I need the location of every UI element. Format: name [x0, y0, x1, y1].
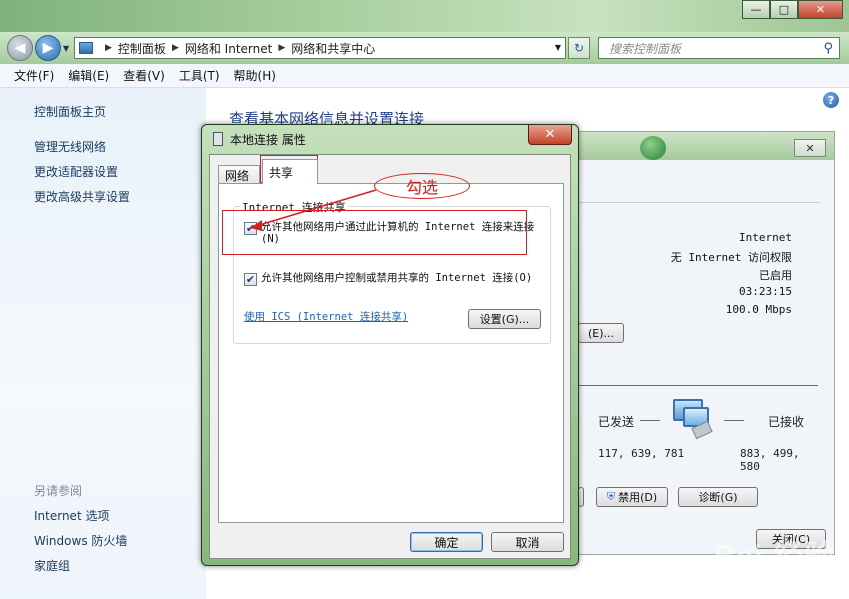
sidebar-item-adapter-settings[interactable]: 更改适配器设置	[34, 163, 118, 180]
status-connectivity: Internet	[739, 231, 792, 244]
status-media-state: 已启用	[759, 269, 792, 282]
menu-tools[interactable]: 工具(T)	[172, 67, 227, 84]
network-computers-icon	[673, 399, 713, 440]
see-also-title: 另请参阅	[34, 484, 83, 498]
close-button[interactable]: ✕	[798, 0, 843, 19]
forward-arrow-icon[interactable]: ▶	[35, 35, 61, 61]
allow-control-option[interactable]: ✔ 允许其他网络用户控制或禁用共享的 Internet 连接(O)	[244, 272, 539, 286]
baidu-watermark: Bai 经验	[713, 540, 835, 573]
disable-button[interactable]: ⛨ 禁用(D)	[596, 487, 668, 507]
allow-control-label[interactable]: 允许其他网络用户控制或禁用共享的 Internet 连接(O)	[261, 272, 539, 284]
dialog-close-button[interactable]: ✕	[528, 125, 572, 145]
menu-edit[interactable]: 编辑(E)	[61, 67, 116, 84]
window-controls: — □ ✕	[742, 0, 843, 19]
sent-line	[640, 420, 660, 421]
received-label: 已接收	[768, 415, 805, 429]
status-access: 无 Internet 访问权限	[670, 251, 792, 264]
address-bar[interactable]: ▶ 控制面板 ▶ 网络和 Internet ▶ 网络和共享中心 ▼	[74, 37, 566, 59]
status-titlebar: ✕	[576, 132, 834, 160]
status-duration: 03:23:15	[739, 285, 792, 298]
status-speed: 100.0 Mbps	[725, 303, 792, 316]
sidebar-item-firewall[interactable]: Windows 防火墙	[34, 532, 127, 549]
menu-bar: 文件(F) 编辑(E) 查看(V) 工具(T) 帮助(H)	[0, 64, 849, 88]
search-icon[interactable]: ⚲	[823, 41, 833, 56]
settings-button[interactable]: 设置(G)...	[468, 309, 541, 329]
status-close-button[interactable]: ✕	[794, 139, 826, 157]
control-panel-icon	[79, 42, 93, 54]
menu-view[interactable]: 查看(V)	[116, 67, 172, 84]
annotation-checkbox-highlight	[222, 210, 527, 255]
chevron-right-icon[interactable]: ▶	[172, 43, 179, 53]
baidu-watermark-url: jingyan.baidu.com	[706, 577, 819, 593]
sidebar-item-advanced-sharing[interactable]: 更改高级共享设置	[34, 188, 130, 205]
sidebar-item-manage-wireless[interactable]: 管理无线网络	[34, 138, 106, 155]
cancel-button[interactable]: 取消	[491, 532, 564, 552]
ok-button[interactable]: 确定	[410, 532, 483, 552]
help-icon[interactable]: ?	[823, 92, 839, 108]
maximize-button[interactable]: □	[770, 0, 798, 19]
allow-control-checkbox[interactable]: ✔	[244, 273, 257, 286]
window-frame: — □ ✕	[0, 0, 849, 32]
status-details-panel: Internet 无 Internet 访问权限 已启用 03:23:15 10…	[576, 202, 820, 518]
back-arrow-icon[interactable]: ◀	[7, 35, 33, 61]
tab-sharing[interactable]: 共享	[262, 159, 318, 184]
history-dropdown-icon[interactable]: ▼	[63, 44, 69, 53]
navigation-bar: ◀ ▶ ▼ ▶ 控制面板 ▶ 网络和 Internet ▶ 网络和共享中心 ▼ …	[0, 32, 849, 64]
annotation-label: 勾选	[374, 173, 470, 199]
shield-icon: ⛨	[606, 490, 616, 503]
dialog-title: 本地连接 属性	[230, 133, 306, 147]
breadcrumb-network-internet[interactable]: 网络和 Internet	[185, 40, 272, 57]
chevron-down-icon[interactable]: ▼	[555, 43, 561, 52]
refresh-button[interactable]: ↻	[568, 37, 590, 59]
chevron-right-icon[interactable]: ▶	[105, 43, 112, 53]
received-bytes: 883, 499, 580	[740, 447, 800, 473]
sent-bytes: 117, 639, 781	[598, 447, 685, 460]
sidebar: 控制面板主页 管理无线网络 更改适配器设置 更改高级共享设置 另请参阅 Inte…	[0, 88, 206, 599]
breadcrumb-network-sharing-center[interactable]: 网络和共享中心	[291, 40, 375, 57]
search-input[interactable]: 搜索控制面板 ⚲	[598, 37, 840, 59]
globe-icon	[640, 136, 666, 160]
diagnose-button[interactable]: 诊断(G)	[678, 487, 758, 507]
chevron-right-icon[interactable]: ▶	[278, 43, 285, 53]
details-button[interactable]: (E)...	[578, 323, 624, 343]
menu-help[interactable]: 帮助(H)	[227, 67, 283, 84]
sidebar-item-home[interactable]: 控制面板主页	[34, 103, 106, 120]
menu-file[interactable]: 文件(F)	[0, 67, 61, 84]
search-placeholder: 搜索控制面板	[609, 41, 682, 56]
divider	[578, 385, 818, 386]
network-adapter-icon	[213, 132, 223, 146]
connection-status-window: ✕ Internet 无 Internet 访问权限 已启用 03:23:15 …	[575, 131, 835, 555]
sidebar-item-internet-options[interactable]: Internet 选项	[34, 507, 109, 524]
minimize-button[interactable]: —	[742, 0, 770, 19]
disable-label: 禁用(D)	[618, 491, 658, 504]
received-line	[724, 420, 744, 421]
sent-label: 已发送	[598, 415, 635, 429]
ics-help-link[interactable]: 使用 ICS (Internet 连接共享)	[244, 309, 408, 324]
tab-network[interactable]: 网络	[218, 165, 260, 184]
sidebar-item-homegroup[interactable]: 家庭组	[34, 557, 70, 574]
breadcrumb-control-panel[interactable]: 控制面板	[118, 40, 166, 57]
